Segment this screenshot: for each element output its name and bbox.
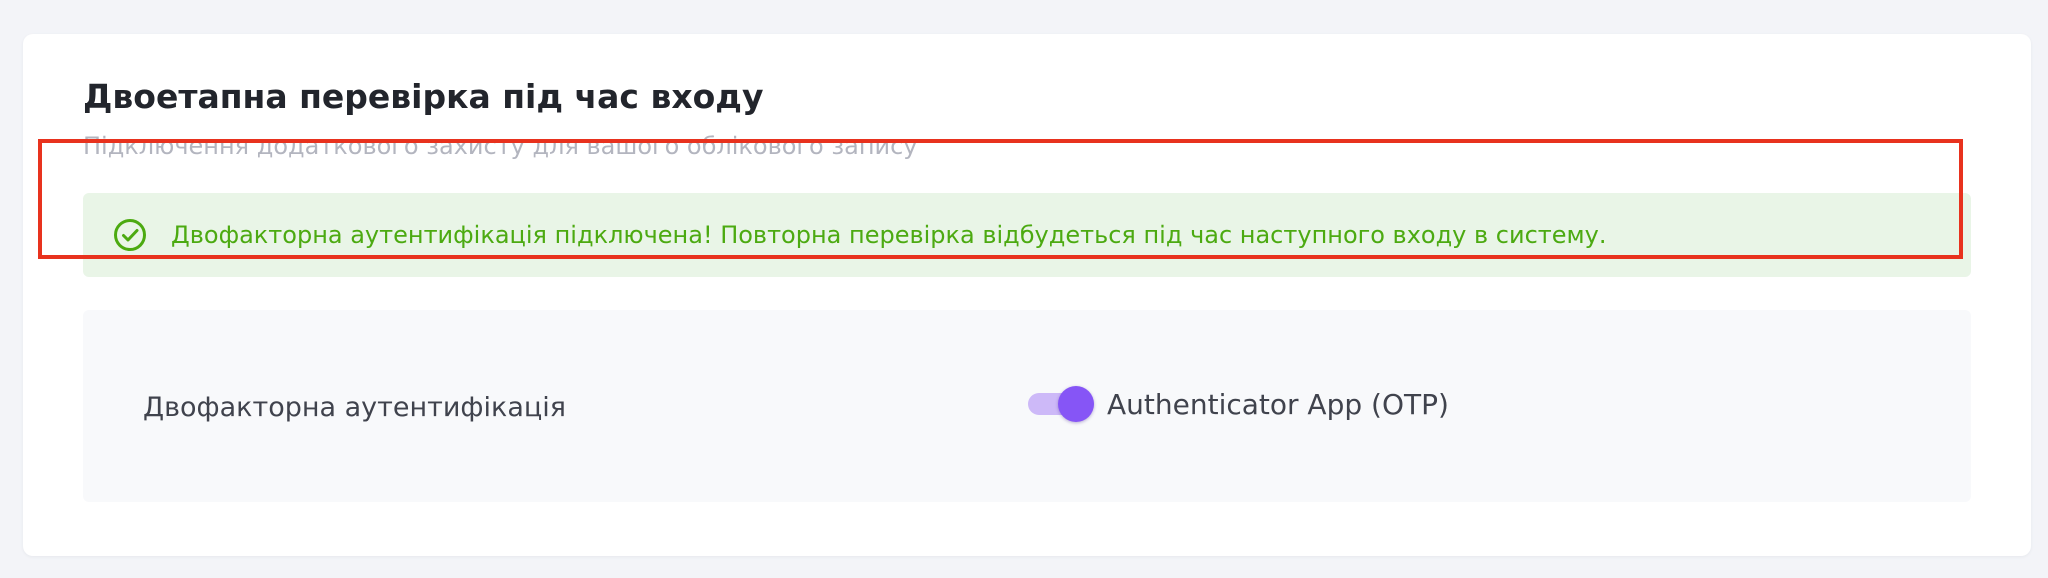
section-title: Двоетапна перевірка під час входу xyxy=(83,77,764,116)
two-factor-settings-panel: Двофакторна аутентифікація Authenticator… xyxy=(83,310,1971,502)
authenticator-app-toggle[interactable] xyxy=(1028,384,1096,424)
toggle-thumb xyxy=(1058,386,1094,422)
authenticator-app-label[interactable]: Authenticator App (OTP) xyxy=(1107,387,1449,423)
two-step-verification-card: Двоетапна перевірка під час входу Підклю… xyxy=(23,34,2031,556)
check-circle-icon xyxy=(113,218,147,252)
section-subtitle: Підключення додаткового захисту для вашо… xyxy=(83,132,918,160)
two-factor-label: Двофакторна аутентифікація xyxy=(143,392,566,423)
alert-message: Двофакторна аутентифікація підключена! П… xyxy=(171,221,1607,249)
success-alert: Двофакторна аутентифікація підключена! П… xyxy=(83,193,1971,277)
